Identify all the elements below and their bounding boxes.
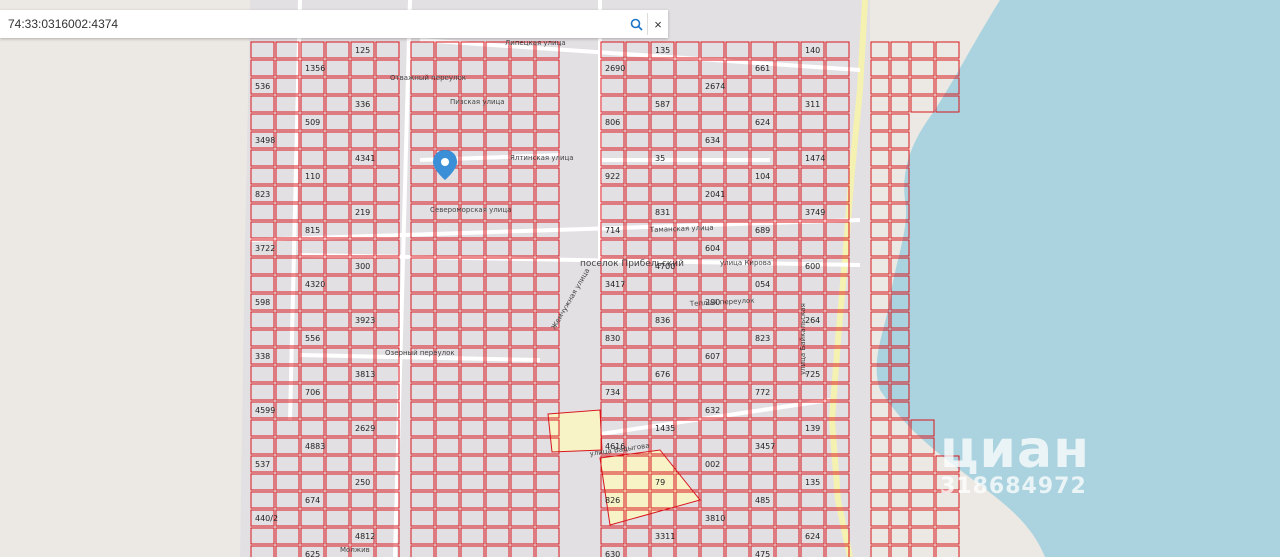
parcel-number: 634 — [705, 136, 720, 145]
parcel-number: 836 — [655, 316, 670, 325]
street-label: улица Кирова — [720, 259, 771, 267]
parcel-number: 311 — [805, 100, 820, 109]
parcel-number: 815 — [305, 226, 320, 235]
parcel-number: 625 — [305, 550, 320, 557]
parcel-number: 607 — [705, 352, 720, 361]
parcel-number: 674 — [305, 496, 320, 505]
parcel-number: 4599 — [255, 406, 275, 415]
parcel-number: 1474 — [805, 154, 825, 163]
parcel-number: 135 — [805, 478, 820, 487]
parcel-number: 831 — [655, 208, 670, 217]
parcel-number: 3923 — [355, 316, 375, 325]
parcel-number: 3810 — [705, 514, 725, 523]
parcel-number: 264 — [805, 316, 820, 325]
parcel-number: 2041 — [705, 190, 725, 199]
street-label: Липецкая улица — [505, 39, 566, 47]
watermark-id: 318684972 — [940, 474, 1087, 499]
parcel-number: 054 — [755, 280, 770, 289]
place-label: поселок Прибельский — [580, 259, 684, 269]
parcel-number: 689 — [755, 226, 770, 235]
street-label: улица Байкальская — [799, 303, 807, 375]
parcel-number: 4883 — [305, 442, 325, 451]
search-button[interactable] — [625, 13, 647, 35]
parcel-number: 79 — [655, 478, 665, 487]
parcel-number: 4320 — [305, 280, 325, 289]
parcel-number: 125 — [355, 46, 370, 55]
parcel-number: 2674 — [705, 82, 725, 91]
highlight-lot-530 — [547, 409, 603, 453]
parcel-number: 3749 — [805, 208, 825, 217]
parcel-number: 600 — [805, 262, 820, 271]
parcel-number: 3417 — [605, 280, 625, 289]
parcel-number: 35 — [655, 154, 665, 163]
parcel-number: 536 — [255, 82, 270, 91]
watermark-brand: циан — [940, 420, 1090, 480]
parcel-number: 110 — [305, 172, 320, 181]
parcel-number: 598 — [255, 298, 270, 307]
search-bar: × — [0, 10, 668, 38]
parcel-number: 830 — [605, 334, 620, 343]
parcel-number: 1356 — [305, 64, 325, 73]
parcel-number: 300 — [355, 262, 370, 271]
parcel-number: 537 — [255, 460, 270, 469]
parcel-number: 3813 — [355, 370, 375, 379]
parcel-number: 4812 — [355, 532, 375, 541]
parcel-number: 632 — [705, 406, 720, 415]
parcel-number: 104 — [755, 172, 770, 181]
parcel-number: 630 — [605, 550, 620, 557]
parcel-number: 806 — [605, 118, 620, 127]
street-label: Озерный переулок — [385, 349, 455, 357]
parcel-number: 676 — [655, 370, 670, 379]
parcel-number: 624 — [755, 118, 770, 127]
parcel-number: 002 — [705, 460, 720, 469]
parcel-number: 2629 — [355, 424, 375, 433]
parcel-number: 3311 — [655, 532, 675, 541]
parcel-number: 2690 — [605, 64, 625, 73]
parcel-number: 139 — [805, 424, 820, 433]
parcel-number: 3498 — [255, 136, 275, 145]
parcel-number: 772 — [755, 388, 770, 397]
street-label: Североморская улица — [430, 206, 511, 214]
street-label: Отважный переулок — [390, 74, 466, 82]
parcel-number: 823 — [755, 334, 770, 343]
parcel-number: 4341 — [355, 154, 375, 163]
watermark: циан 318684972 — [940, 420, 1090, 499]
parcel-number: 734 — [605, 388, 620, 397]
parcel-number: 604 — [705, 244, 720, 253]
parcel-number: 336 — [355, 100, 370, 109]
parcel-number: 440/2 — [255, 514, 278, 523]
parcel-number: 1435 — [655, 424, 675, 433]
search-input[interactable] — [0, 16, 625, 32]
parcel-number: 661 — [755, 64, 770, 73]
parcel-number: 250 — [355, 478, 370, 487]
parcel-number: 219 — [355, 208, 370, 217]
search-icon — [630, 18, 643, 31]
parcel-number: 624 — [805, 532, 820, 541]
parcel-number: 3457 — [755, 442, 775, 451]
parcel-number: 725 — [805, 370, 820, 379]
parcel-number: 135 — [655, 46, 670, 55]
parcel-number: 706 — [305, 388, 320, 397]
parcel-number: 509 — [305, 118, 320, 127]
street-label: Ялтинская улица — [510, 154, 574, 162]
parcel-number: 922 — [605, 172, 620, 181]
parcel-number: 714 — [605, 226, 620, 235]
parcel-number: 826 — [605, 496, 620, 505]
parcel-number: 485 — [755, 496, 770, 505]
parcel-number: 338 — [255, 352, 270, 361]
parcel-number: 140 — [805, 46, 820, 55]
street-label: Молжив — [340, 546, 370, 554]
street-label: Пизская улица — [450, 98, 505, 106]
parcel-number: 556 — [305, 334, 320, 343]
parcel-number: 475 — [755, 550, 770, 557]
parcel-number: 3722 — [255, 244, 275, 253]
close-button[interactable]: × — [647, 13, 668, 35]
parcel-number: 823 — [255, 190, 270, 199]
parcel-number: 587 — [655, 100, 670, 109]
